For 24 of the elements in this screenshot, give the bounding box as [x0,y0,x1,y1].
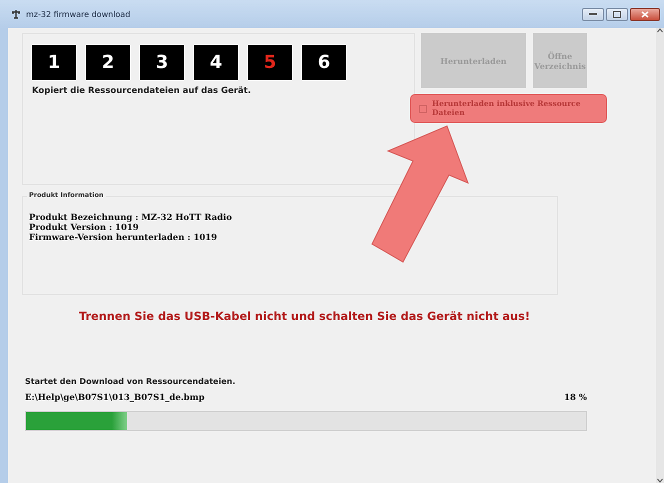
minimize-icon [589,12,597,16]
info-line: Firmware-Version herunterladen : 1019 [29,233,218,243]
app-icon [10,9,22,19]
step-description: Kopiert die Ressourcendateien auf das Gerät. [32,86,252,96]
scroll-up-icon[interactable] [657,28,663,33]
info-line: Produkt Version : 1019 [29,223,140,233]
close-icon [641,10,649,18]
minimize-button[interactable] [582,8,604,20]
file-path: E:\Help\ge\B07S1\013_B07S1_de.bmp [25,393,205,403]
close-button[interactable] [630,8,660,20]
step-box: 5 [248,45,292,80]
info-line: Produkt Bezeichnung : MZ-32 HoTT Radio [29,213,233,223]
step-box: 6 [302,45,346,80]
step-box: 3 [140,45,184,80]
step-box: 1 [32,45,76,80]
step-box: 2 [86,45,130,80]
maximize-icon [613,10,621,18]
window-title: mz-32 firmware download [26,10,132,18]
progress-percent: 18 % [564,393,587,403]
warning-text: Trennen Sie das USB-Kabel nicht und schalten Sie das Gerät nicht aus! [78,310,531,323]
maximize-button[interactable] [606,8,628,20]
scroll-down-icon[interactable] [657,478,663,483]
status-text: Startet den Download von Ressourcendateien. [25,377,236,386]
step-box: 4 [194,45,238,80]
